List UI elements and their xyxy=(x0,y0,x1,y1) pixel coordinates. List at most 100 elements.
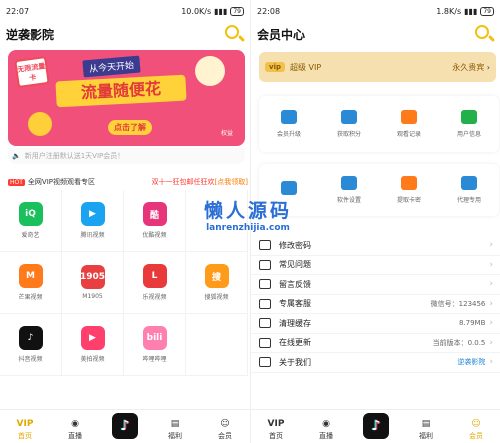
refresh-icon xyxy=(259,337,271,348)
chevron-right-icon: › xyxy=(489,279,493,290)
menu-row[interactable]: 留言反馈 › xyxy=(251,275,500,295)
panel-item-label: 观看记录 xyxy=(396,131,421,138)
watermark-url: lanrenzhijia.com xyxy=(206,223,290,233)
banner-subtitle: 从今天开始 xyxy=(82,55,141,78)
tab-label: 福利 xyxy=(419,432,433,440)
m1905-icon: 1905 xyxy=(80,265,105,289)
grid-item[interactable]: 搜搜狐视频 xyxy=(186,252,248,314)
search-icon[interactable] xyxy=(474,24,496,44)
sohu-icon: 搜 xyxy=(204,264,229,288)
signal-icon: ▮▮▮ xyxy=(214,6,228,16)
panel-item[interactable]: 代理专用 xyxy=(441,176,497,204)
douyin-tab-icon: ♪ xyxy=(112,413,138,439)
tab-福利[interactable]: ▤ 福利 xyxy=(155,417,195,441)
menu-value: 微信号：123456 xyxy=(430,299,486,308)
menu-label: 修改密码 xyxy=(279,240,311,250)
panel-item[interactable]: 会员升级 xyxy=(261,110,317,138)
member-icon: ☺ xyxy=(220,419,230,429)
tab-douyin[interactable]: ♪ xyxy=(356,413,396,441)
live-icon: ◉ xyxy=(322,419,330,429)
menu-row[interactable]: 在线更新 当前版本：0.0.5 › xyxy=(251,334,500,353)
wallet-icon xyxy=(281,110,297,124)
panel-item-label: 会员升级 xyxy=(276,131,301,138)
tab-label: 首页 xyxy=(18,432,32,440)
grid-item-label: 优酷视频 xyxy=(142,232,167,239)
status-time: 22:07 xyxy=(6,6,30,16)
net-speed: 10.0K/s xyxy=(181,6,212,16)
tab-label: 首页 xyxy=(269,432,283,440)
grid-item[interactable]: bili 哔哩哔哩 xyxy=(124,314,186,376)
grid-item[interactable]: ▶ 美拍视频 xyxy=(62,314,124,376)
douyin-tab-icon: ♪ xyxy=(363,413,389,439)
page-title: 逆袭影院 xyxy=(6,27,55,42)
menu-row[interactable]: 关于我们 逆袭影院 › xyxy=(251,353,500,373)
panel-item-label: 用户信息 xyxy=(456,131,481,138)
vip-logo-icon: vip xyxy=(265,62,285,72)
chevron-right-icon: › xyxy=(489,298,493,309)
banner-badge: 无限流量卡 xyxy=(14,55,50,89)
promo-banner[interactable]: 无限流量卡 从今天开始 流量随便花 点击了解 权益 xyxy=(8,50,245,146)
panel-item-label: 代理专用 xyxy=(456,197,481,204)
search-icon[interactable] xyxy=(224,24,246,44)
tab-直播[interactable]: ◉ 直播 xyxy=(306,417,346,441)
grid-item[interactable]: 1905 M1905 xyxy=(62,252,124,314)
banner-headline: 流量随便花 xyxy=(55,74,187,108)
grid-item-label: 爱奇艺 xyxy=(21,232,40,239)
letv-icon: L xyxy=(142,264,167,288)
promo-link[interactable]: 双十一狂包邮任狂欢[点我领取] xyxy=(152,177,248,187)
grid-item[interactable]: iQ 爱奇艺 xyxy=(0,190,62,252)
panel-item[interactable]: 用户信息 xyxy=(441,110,497,138)
status-bar: 22:07 10.0K/s ▮▮▮ 79 xyxy=(0,0,250,22)
panel-item-label: 获取积分 xyxy=(336,131,361,138)
menu-label: 常见问题 xyxy=(279,260,311,270)
header: 逆袭影院 xyxy=(0,22,250,46)
tab-直播[interactable]: ◉ 直播 xyxy=(55,417,95,441)
grid-item[interactable]: ♪ 抖音视频 xyxy=(0,314,62,376)
menu-row[interactable]: 专属客服 微信号：123456 › xyxy=(251,295,500,314)
menu-row[interactable]: 清理缓存 8.79MB › xyxy=(251,314,500,334)
menu-label: 清理缓存 xyxy=(279,318,311,328)
battery-icon: 79 xyxy=(230,6,244,16)
bilibili-icon: bili xyxy=(142,326,167,350)
chevron-right-icon: › xyxy=(489,357,493,368)
menu-row[interactable]: 常见问题 › xyxy=(251,256,500,275)
grid-item-label: 芒果视频 xyxy=(18,294,43,301)
tab-会员[interactable]: ☺ 会员 xyxy=(205,417,245,441)
grid-item[interactable]: L 乐视视频 xyxy=(124,252,186,314)
service-icon xyxy=(259,298,271,309)
grid-item[interactable]: ▶ 腾讯视频 xyxy=(62,190,124,252)
chevron-right-icon: › xyxy=(489,240,493,251)
menu-label: 关于我们 xyxy=(279,357,311,367)
panel-item[interactable]: 提取卡密 xyxy=(381,176,437,204)
user-card-icon xyxy=(281,180,297,195)
grid-item xyxy=(186,314,248,376)
net-speed: 1.8K/s xyxy=(436,6,462,16)
panel-item[interactable]: 获取积分 xyxy=(321,110,377,138)
tab-福利[interactable]: ▤ 福利 xyxy=(406,417,446,441)
lock-icon xyxy=(259,240,271,251)
tencent-video-icon: ▶ xyxy=(80,202,105,226)
panel-item[interactable]: 软件设置 xyxy=(321,176,377,204)
notice-bar: 🔈 新用户注册默认送1天VIP会员！ xyxy=(8,148,245,164)
speaker-icon: 🔈 xyxy=(12,152,21,160)
gift-icon: ▤ xyxy=(421,419,431,429)
tab-首页[interactable]: VIP 首页 xyxy=(5,417,45,441)
grid-item[interactable]: 酷优酷视频 xyxy=(124,190,186,252)
tab-会员[interactable]: ☺ 会员 xyxy=(456,417,496,441)
chevron-right-icon: › xyxy=(489,337,493,348)
gift-icon: ▤ xyxy=(170,419,180,429)
banner-cta-button[interactable]: 点击了解 xyxy=(108,120,152,135)
watermark: 懒人源码 lanrenzhijia.com xyxy=(188,196,308,233)
tab-首页[interactable]: VIP 首页 xyxy=(256,417,296,441)
panel-item[interactable]: 观看记录 xyxy=(381,110,437,138)
tab-douyin[interactable]: ♪ xyxy=(105,413,145,441)
grid-item-label: 搜狐视频 xyxy=(204,294,229,301)
banner-tag: 权益 xyxy=(220,130,233,137)
menu-value: 当前版本：0.0.5 xyxy=(432,338,486,347)
history-icon xyxy=(401,110,417,124)
menu-row[interactable]: 修改密码 › xyxy=(251,236,500,256)
vip-status-card[interactable]: vip 超级 VIP 永久贵宾 › xyxy=(259,52,496,82)
grid-item[interactable]: M 芒果视频 xyxy=(0,252,62,314)
feedback-icon xyxy=(259,279,271,290)
trash-icon xyxy=(259,318,271,329)
